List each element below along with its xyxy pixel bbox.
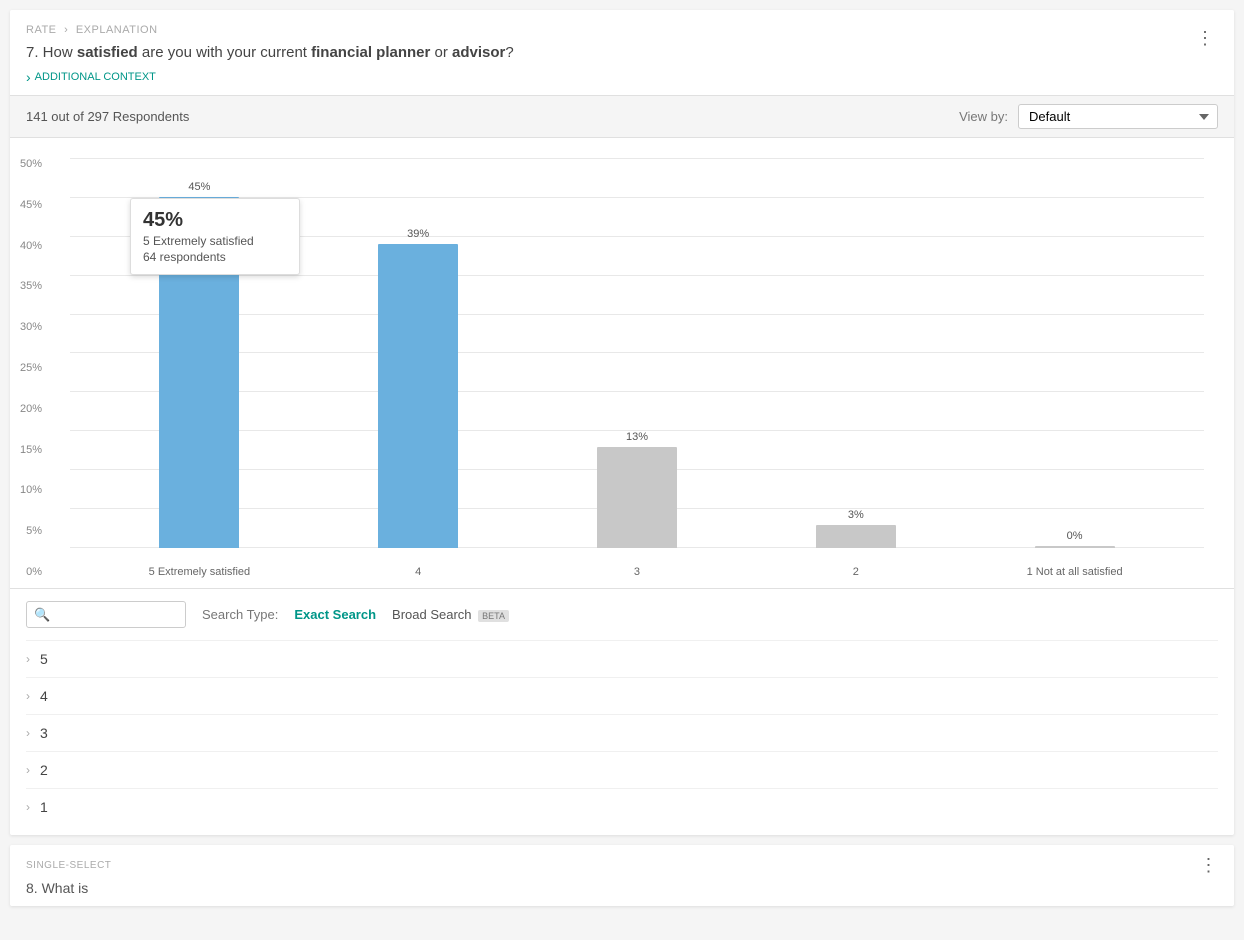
additional-context-toggle[interactable]: ADDITIONAL CONTEXT bbox=[10, 67, 1234, 95]
bar-group-3[interactable]: 13% bbox=[528, 158, 747, 548]
view-by-label: View by: bbox=[959, 109, 1008, 124]
question-card: RATE › EXPLANATION 7. How satisfied are … bbox=[10, 10, 1234, 835]
chevron-right-icon: › bbox=[26, 726, 30, 740]
view-by-area: View by: Default Percentage Count bbox=[959, 104, 1218, 129]
single-select-label: SINGLE-SELECT bbox=[26, 860, 111, 871]
bar-group-1[interactable]: 0% bbox=[965, 158, 1184, 548]
chevron-right-icon: › bbox=[26, 800, 30, 814]
question-header: RATE › EXPLANATION 7. How satisfied are … bbox=[10, 10, 1234, 67]
broad-search-button[interactable]: Broad Search BETA bbox=[392, 607, 509, 622]
x-labels: 5 Extremely satisfied 4 3 2 1 Not at all… bbox=[70, 562, 1204, 578]
search-type-label: Search Type: bbox=[202, 607, 278, 622]
question-title-area: RATE › EXPLANATION 7. How satisfied are … bbox=[26, 24, 514, 63]
more-menu-icon[interactable]: ⋮ bbox=[1192, 24, 1218, 53]
exact-search-button[interactable]: Exact Search bbox=[294, 607, 376, 622]
chevron-right-icon: › bbox=[26, 763, 30, 777]
bar-tooltip: 45% 5 Extremely satisfied 64 respondents bbox=[130, 198, 300, 275]
list-item[interactable]: › 3 bbox=[26, 714, 1218, 751]
tooltip-label: 5 Extremely satisfied bbox=[143, 234, 287, 248]
tooltip-percent: 45% bbox=[143, 209, 287, 232]
bar-4[interactable] bbox=[378, 244, 458, 548]
question-title: 7. How satisfied are you with your curre… bbox=[26, 42, 514, 63]
search-icon: 🔍 bbox=[34, 607, 50, 623]
breadcrumb: RATE › EXPLANATION bbox=[26, 24, 514, 36]
list-item[interactable]: › 4 bbox=[26, 677, 1218, 714]
bar-2[interactable] bbox=[816, 525, 896, 548]
bar-3[interactable] bbox=[597, 447, 677, 548]
bottom-card: SINGLE-SELECT ⋮ 8. What is bbox=[10, 845, 1234, 906]
view-by-select[interactable]: Default Percentage Count bbox=[1018, 104, 1218, 129]
response-list: › 5 › 4 › 3 › 2 › 1 bbox=[10, 640, 1234, 825]
search-section: 🔍 Search Type: Exact Search Broad Search… bbox=[10, 588, 1234, 640]
list-item[interactable]: › 1 bbox=[26, 788, 1218, 825]
respondents-count: 141 out of 297 Respondents bbox=[26, 109, 189, 124]
search-wrapper: 🔍 bbox=[26, 601, 186, 628]
y-axis-labels: 50% 45% 40% 35% 30% 25% 20% 15% 10% 5% 0… bbox=[20, 158, 50, 578]
bar-1[interactable] bbox=[1035, 546, 1115, 548]
chart-container: 50% 45% 40% 35% 30% 25% 20% 15% 10% 5% 0… bbox=[10, 138, 1234, 588]
chevron-right-icon: › bbox=[26, 652, 30, 666]
bar-group-2[interactable]: 3% bbox=[746, 158, 965, 548]
list-item[interactable]: › 5 bbox=[26, 640, 1218, 677]
bottom-more-icon[interactable]: ⋮ bbox=[1200, 855, 1219, 876]
tooltip-respondents: 64 respondents bbox=[143, 250, 287, 264]
list-item[interactable]: › 2 bbox=[26, 751, 1218, 788]
bottom-question: 8. What is bbox=[26, 880, 1218, 896]
bar-group-4[interactable]: 39% bbox=[309, 158, 528, 548]
chevron-right-icon: › bbox=[26, 689, 30, 703]
chart-area: 50% 45% 40% 35% 30% 25% 20% 15% 10% 5% 0… bbox=[70, 158, 1204, 578]
bottom-card-header: SINGLE-SELECT ⋮ bbox=[26, 855, 1218, 876]
respondents-bar: 141 out of 297 Respondents View by: Defa… bbox=[10, 95, 1234, 138]
beta-badge: BETA bbox=[478, 610, 509, 622]
